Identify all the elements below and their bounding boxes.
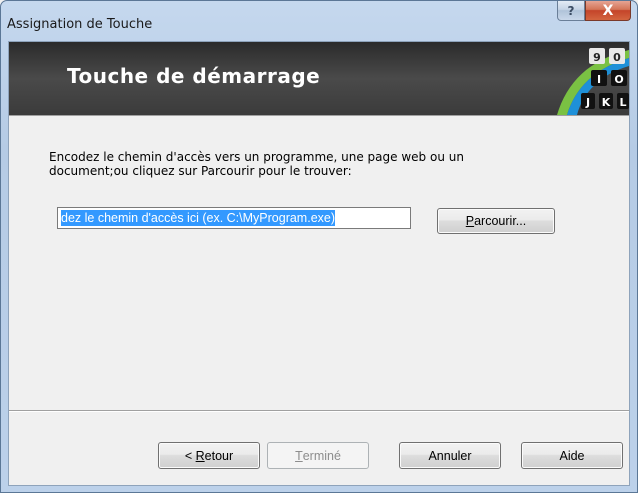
instructions-line-2: document;ou cliquez sur Parcourir pour l… xyxy=(49,164,352,178)
window-title: Assignation de Touche xyxy=(7,17,153,32)
key-o-label: O xyxy=(614,73,623,86)
key-9-label: 9 xyxy=(593,51,601,64)
back-button-prefix: < xyxy=(184,448,196,463)
help-caption-button[interactable]: ? xyxy=(557,1,585,21)
back-button-label: etour xyxy=(204,448,234,463)
keyboard-keys-icon: 9 0 I O J K L xyxy=(557,48,629,115)
caption-buttons: ? X xyxy=(557,1,631,21)
browse-button[interactable]: Parcourir... xyxy=(437,208,555,234)
instructions-line-1: Encodez le chemin d'accès vers un progra… xyxy=(49,150,464,164)
key-k-label: K xyxy=(602,96,611,109)
instructions-text: Encodez le chemin d'accès vers un progra… xyxy=(49,150,569,178)
close-icon: X xyxy=(602,2,614,19)
key-i-label: I xyxy=(597,73,601,86)
path-input-value: dez le chemin d'accès ici (ex. C:\MyProg… xyxy=(61,210,336,226)
path-input[interactable]: dez le chemin d'accès ici (ex. C:\MyProg… xyxy=(57,207,411,229)
help-button[interactable]: Aide xyxy=(521,442,623,469)
finish-button-label: erminé xyxy=(302,448,341,463)
footer-divider-highlight xyxy=(9,411,629,412)
finish-button[interactable]: Terminé xyxy=(267,442,369,469)
back-button-accel: R xyxy=(195,448,205,463)
header-divider xyxy=(9,115,629,116)
close-button[interactable]: X xyxy=(585,1,631,21)
key-0-label: 0 xyxy=(613,51,621,64)
key-j-label: J xyxy=(585,96,590,109)
key-l-label: L xyxy=(619,96,626,109)
back-button[interactable]: < Retour xyxy=(158,442,260,469)
cancel-button[interactable]: Annuler xyxy=(399,442,501,469)
title-bar[interactable]: Assignation de Touche ? X xyxy=(1,1,637,41)
browse-button-label: arcourir... xyxy=(474,214,527,228)
dialog-client: Touche de démarrage 9 0 I O J K L Encode… xyxy=(8,41,630,486)
help-button-label: Aide xyxy=(559,448,585,463)
dialog-window: Assignation de Touche ? X Touche de déma… xyxy=(0,0,638,493)
finish-button-accel: T xyxy=(295,448,303,463)
page-title: Touche de démarrage xyxy=(67,64,321,88)
browse-button-accel: P xyxy=(465,214,475,228)
header-band: Touche de démarrage 9 0 I O J K L xyxy=(9,42,629,115)
cancel-button-label: Annuler xyxy=(428,448,472,463)
help-icon: ? xyxy=(567,3,575,18)
